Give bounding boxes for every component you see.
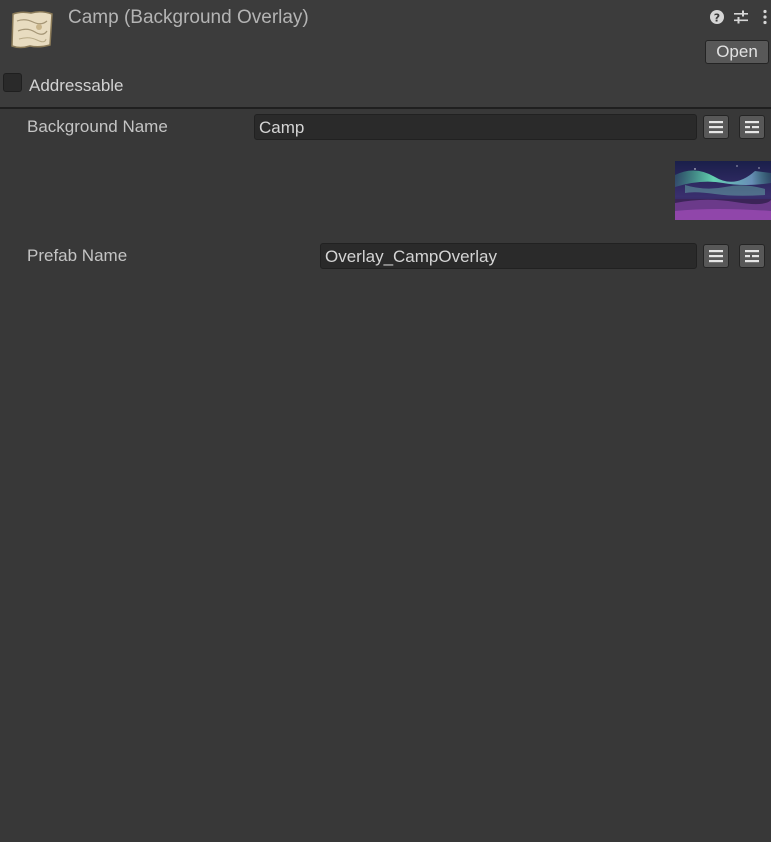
addressable-checkbox[interactable] [3,73,22,92]
asset-title: Camp (Background Overlay) [68,7,309,28]
prefab-name-picker-button[interactable] [739,244,765,268]
list-variant-icon [745,121,759,134]
settings-sliders-icon[interactable] [733,9,749,25]
help-icon[interactable]: ? [709,9,725,25]
list-icon [709,250,723,263]
header-divider [0,107,771,109]
background-name-input[interactable]: Camp [254,114,697,140]
prefab-name-label: Prefab Name [27,246,128,265]
scroll-map-icon [11,10,53,49]
list-variant-icon [745,250,759,263]
svg-text:?: ? [714,11,720,24]
open-button[interactable]: Open [705,40,769,64]
prefab-name-input[interactable]: Overlay_CampOverlay [320,243,697,269]
background-name-picker-button[interactable] [739,115,765,139]
list-icon [709,121,723,134]
kebab-menu-icon[interactable] [759,9,771,25]
aurora-preview-thumbnail [675,161,771,220]
background-name-label: Background Name [27,117,168,136]
prefab-name-list-button[interactable] [703,244,729,268]
inspector-header: Camp (Background Overlay) ? Open Address… [0,0,771,107]
background-name-list-button[interactable] [703,115,729,139]
addressable-label: Addressable [29,76,124,95]
